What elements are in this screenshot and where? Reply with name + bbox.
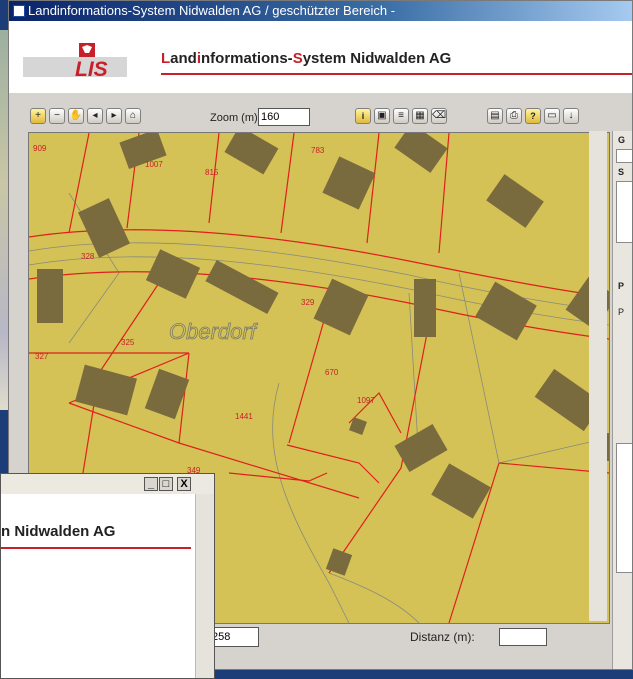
maximize-button[interactable]: □	[159, 477, 173, 491]
parcel-label: 1097	[357, 396, 375, 405]
second-window-brand: n Nidwalden AG	[1, 523, 116, 540]
parcel-label: 783	[311, 146, 325, 155]
download-icon[interactable]: ↓	[563, 108, 579, 124]
page-header: LIS Landinformations-System Nidwalden AG	[9, 21, 632, 93]
logo-text: LIS	[75, 58, 108, 81]
output-toolbar: ▤ ⎙ ? ▭ ↓	[487, 108, 579, 126]
place-label: Oberdorf	[169, 319, 259, 344]
parcel-label: 328	[81, 252, 95, 261]
zoom-out-icon[interactable]: −	[49, 108, 65, 124]
parcel-label: 815	[205, 168, 219, 177]
parcel-label: 1007	[145, 160, 163, 169]
panel-heading: S	[618, 167, 625, 177]
tools-toolbar: i ▣ ≡ ▦ ⌫	[355, 108, 447, 126]
second-window-scrollbar[interactable]	[195, 494, 214, 678]
coordinate-field[interactable]: 258	[209, 627, 259, 647]
side-panel: G S P P	[612, 131, 632, 669]
browser-icon	[13, 5, 25, 17]
panel-layer-list[interactable]	[616, 443, 632, 573]
home-icon[interactable]: ⌂	[125, 108, 141, 124]
parcel-label: 327	[35, 352, 49, 361]
identify-icon[interactable]: ▣	[374, 108, 390, 124]
lis-logo: LIS	[23, 43, 127, 88]
zoom-in-icon[interactable]: +	[30, 108, 46, 124]
second-window-divider	[1, 547, 191, 549]
minimize-button[interactable]: _	[144, 477, 158, 491]
parcel-label: 329	[301, 298, 315, 307]
second-window-titlebar[interactable]: _ □ X	[1, 474, 214, 494]
panel-select[interactable]	[616, 149, 632, 163]
brand-title: Landinformations-System Nidwalden AG	[161, 50, 452, 67]
back-arrow-icon[interactable]: ◂	[87, 108, 103, 124]
header-divider	[161, 73, 632, 75]
window-title: Landinformations-System Nidwalden AG / g…	[28, 3, 396, 18]
table-icon[interactable]: ▦	[412, 108, 428, 124]
zoom-label: Zoom (m):	[210, 112, 261, 124]
panel-heading: G	[618, 135, 626, 145]
eraser-icon[interactable]: ⌫	[431, 108, 447, 124]
parcel-label: 909	[33, 144, 47, 153]
parcel-label: 670	[325, 368, 339, 377]
parcel-label: 1441	[235, 412, 253, 421]
second-window: _ □ X n Nidwalden AG	[0, 473, 215, 679]
print-preview-icon[interactable]: ⎙	[506, 108, 522, 124]
print-icon[interactable]: ▤	[487, 108, 503, 124]
help-icon[interactable]: ?	[525, 108, 541, 124]
map-scrollbar[interactable]	[589, 131, 607, 621]
distance-input[interactable]	[499, 628, 547, 646]
panel-heading: P	[618, 281, 625, 291]
pan-hand-icon[interactable]: ✋	[68, 108, 84, 124]
info-icon[interactable]: i	[355, 108, 371, 124]
forward-arrow-icon[interactable]: ▸	[106, 108, 122, 124]
navigation-toolbar: + − ✋ ◂ ▸ ⌂	[30, 108, 141, 126]
title-bar[interactable]: Landinformations-System Nidwalden AG / g…	[9, 1, 632, 21]
panel-text: P	[618, 307, 625, 317]
save-icon[interactable]: ▭	[544, 108, 560, 124]
zoom-input[interactable]: 160	[258, 108, 310, 126]
list-icon[interactable]: ≡	[393, 108, 409, 124]
panel-list[interactable]	[616, 181, 632, 243]
close-button[interactable]: X	[177, 477, 191, 491]
parcel-label: 325	[121, 338, 135, 347]
distance-label: Distanz (m):	[410, 630, 475, 644]
